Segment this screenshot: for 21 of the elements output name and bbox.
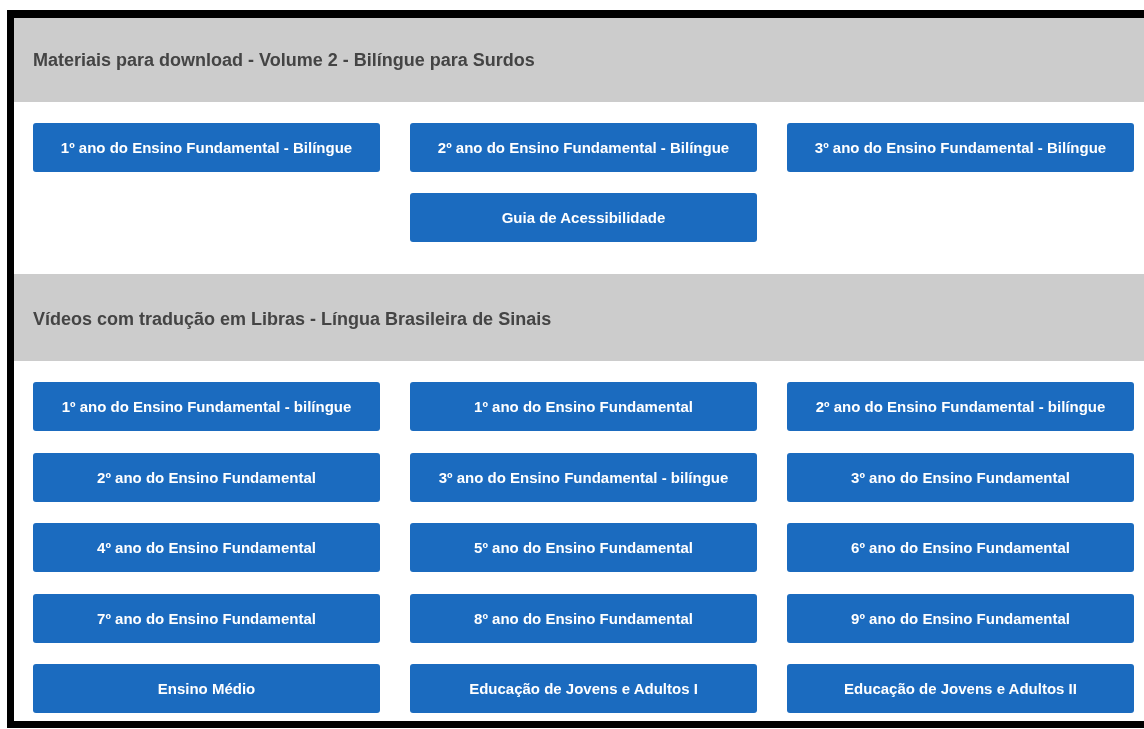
link-button[interactable]: Guia de Acessibilidade — [410, 193, 757, 242]
link-button[interactable]: Educação de Jovens e Adultos I — [410, 664, 757, 713]
link-button[interactable]: Ensino Médio — [33, 664, 380, 713]
link-button[interactable]: 3º ano do Ensino Fundamental — [787, 452, 1134, 502]
link-button[interactable]: 1º ano do Ensino Fundamental — [410, 382, 757, 431]
link-button[interactable]: 7º ano do Ensino Fundamental — [33, 593, 380, 643]
link-button[interactable]: 2º ano do Ensino Fundamental - Bilíngue — [410, 123, 757, 172]
link-button[interactable]: Educação de Jovens e Adultos II — [787, 664, 1134, 713]
link-button[interactable]: 1º ano do Ensino Fundamental - bilíngue — [33, 382, 380, 431]
link-button[interactable]: 8º ano do Ensino Fundamental — [410, 593, 757, 643]
link-button[interactable]: 5º ano do Ensino Fundamental — [410, 523, 757, 572]
section-title: Vídeos com tradução em Libras - Língua Brasileira de Sinais — [33, 308, 552, 330]
link-button[interactable]: 3º ano do Ensino Fundamental - Bilíngue — [787, 123, 1134, 172]
link-button[interactable]: 3º ano do Ensino Fundamental - bilíngue — [410, 452, 757, 502]
link-button[interactable]: 9º ano do Ensino Fundamental — [787, 593, 1134, 643]
section-title: Materiais para download - Volume 2 - Bilíngue para Surdos — [33, 49, 535, 71]
link-button[interactable]: 2º ano do Ensino Fundamental — [33, 452, 380, 502]
link-button[interactable]: 4º ano do Ensino Fundamental — [33, 523, 380, 572]
link-button[interactable]: 1º ano do Ensino Fundamental - Bilíngue — [33, 123, 380, 172]
link-button[interactable]: 6º ano do Ensino Fundamental — [787, 523, 1134, 572]
link-button[interactable]: 2º ano do Ensino Fundamental - bilíngue — [787, 382, 1134, 431]
